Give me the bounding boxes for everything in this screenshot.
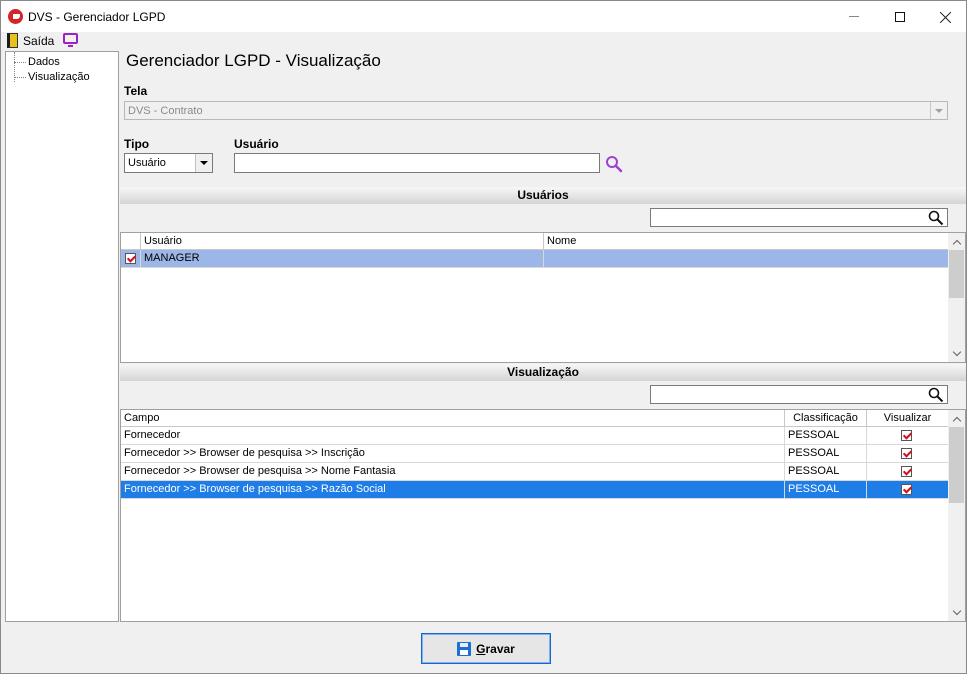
cell-classificacao: PESSOAL [785, 463, 867, 481]
usuario-label: Usuário [234, 137, 279, 151]
table-row[interactable]: Fornecedor >> Browser de pesquisa >> Ins… [121, 445, 949, 463]
nav-tree: Dados Visualização [5, 51, 119, 622]
search-icon[interactable] [928, 387, 944, 403]
close-button[interactable] [923, 1, 967, 32]
save-button-label: ravar [485, 641, 515, 656]
usuarios-section-header: Usuários [120, 187, 966, 204]
table-row[interactable]: Fornecedor PESSOAL [121, 427, 949, 445]
search-user-icon[interactable] [605, 155, 623, 173]
search-icon[interactable] [928, 210, 944, 226]
app-window: DVS - Gerenciador LGPD Saída Dados Visua… [0, 0, 967, 674]
table-row[interactable]: MANAGER [121, 250, 949, 268]
app-logo-icon [8, 9, 23, 24]
cell-classificacao: PESSOAL [785, 427, 867, 445]
usuarios-filter-input[interactable] [650, 208, 948, 227]
column-header-campo[interactable]: Campo [121, 410, 785, 427]
cell-usuario: MANAGER [141, 250, 544, 268]
cell-campo: Fornecedor >> Browser de pesquisa >> Nom… [121, 463, 785, 481]
save-button-mnemonic: G [476, 641, 486, 656]
column-header-nome[interactable]: Nome [544, 233, 949, 250]
usuario-input[interactable] [234, 153, 600, 173]
scroll-thumb[interactable] [949, 250, 964, 298]
tree-item-label: Dados [28, 56, 60, 68]
cell-campo: Fornecedor [121, 427, 785, 445]
visualizar-checkbox[interactable] [901, 466, 912, 477]
minimize-icon [849, 16, 859, 17]
usuarios-grid: Usuário Nome MANAGER [120, 232, 966, 363]
tipo-select[interactable]: Usuário [124, 153, 213, 173]
toolbar: Saída [1, 32, 966, 50]
visualizacao-filter-input[interactable] [650, 385, 948, 404]
visualizacao-section-header: Visualização [120, 364, 966, 381]
tela-select-value: DVS - Contrato [128, 105, 203, 117]
chevron-down-icon[interactable] [195, 154, 212, 172]
monitor-icon[interactable] [63, 33, 78, 47]
cell-classificacao: PESSOAL [785, 445, 867, 463]
column-header-visualizar[interactable]: Visualizar [867, 410, 949, 427]
tela-label: Tela [124, 84, 148, 98]
tipo-select-value: Usuário [128, 157, 166, 169]
visualizar-checkbox[interactable] [901, 430, 912, 441]
maximize-icon [895, 11, 905, 22]
usuarios-grid-header: Usuário Nome [121, 233, 949, 250]
cell-campo: Fornecedor >> Browser de pesquisa >> Raz… [121, 481, 785, 499]
tipo-label: Tipo [124, 137, 150, 151]
scroll-down-icon[interactable] [948, 604, 965, 621]
cell-classificacao: PESSOAL [785, 481, 867, 499]
tree-item-visualizacao[interactable]: Visualização [6, 70, 116, 85]
page-title: Gerenciador LGPD - Visualização [126, 51, 381, 70]
visualizar-checkbox[interactable] [901, 484, 912, 495]
title-bar: DVS - Gerenciador LGPD [1, 1, 966, 32]
close-icon [940, 11, 952, 23]
tree-item-label: Visualização [28, 71, 90, 83]
tela-select: DVS - Contrato [124, 101, 948, 120]
column-header-usuario[interactable]: Usuário [141, 233, 544, 250]
scroll-thumb[interactable] [949, 427, 964, 503]
scroll-up-icon[interactable] [948, 410, 965, 427]
table-row[interactable]: Fornecedor >> Browser de pesquisa >> Raz… [121, 481, 949, 499]
visualizacao-grid-header: Campo Classificação Visualizar [121, 410, 949, 427]
table-row[interactable]: Fornecedor >> Browser de pesquisa >> Nom… [121, 463, 949, 481]
exit-door-icon[interactable] [7, 33, 18, 48]
cell-campo: Fornecedor >> Browser de pesquisa >> Ins… [121, 445, 785, 463]
row-checkbox[interactable] [125, 253, 136, 264]
maximize-button[interactable] [877, 1, 923, 32]
tree-item-dados[interactable]: Dados [6, 55, 116, 70]
save-button[interactable]: Gravar [421, 633, 551, 664]
scroll-up-icon[interactable] [948, 233, 965, 250]
minimize-button[interactable] [831, 1, 877, 32]
visualizar-checkbox[interactable] [901, 448, 912, 459]
column-header-classificacao[interactable]: Classificação [785, 410, 867, 427]
visualizacao-grid: Campo Classificação Visualizar Fornecedo… [120, 409, 966, 622]
window-title: DVS - Gerenciador LGPD [28, 10, 166, 24]
exit-button[interactable]: Saída [23, 34, 54, 48]
scroll-down-icon[interactable] [948, 345, 965, 362]
usuarios-scrollbar[interactable] [948, 233, 965, 362]
visualizacao-scrollbar[interactable] [948, 410, 965, 621]
chevron-down-icon [930, 102, 947, 119]
floppy-disk-icon [457, 641, 472, 656]
cell-nome [544, 250, 949, 268]
